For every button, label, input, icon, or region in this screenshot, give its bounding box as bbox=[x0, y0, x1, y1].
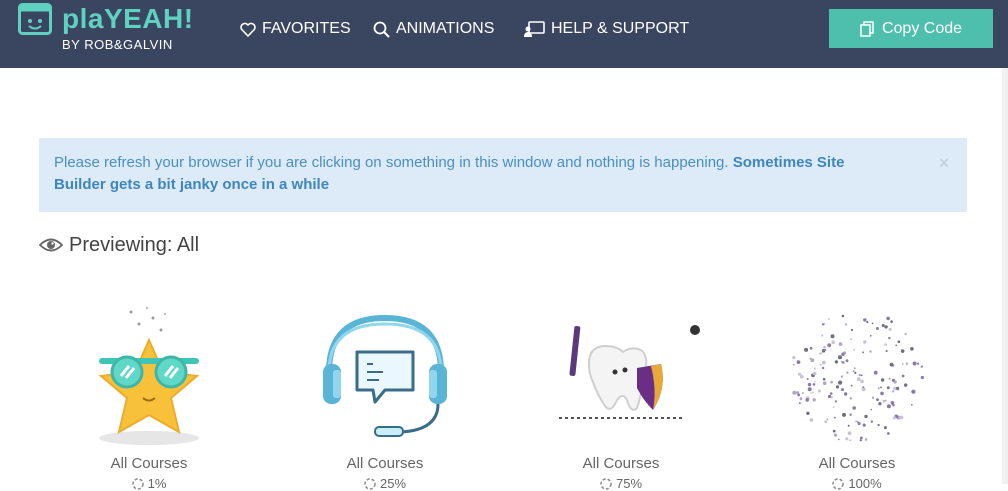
card-label: All Courses bbox=[582, 455, 660, 472]
logo-subtitle: BY ROB&GALVIN bbox=[62, 37, 173, 52]
nav-animations-label: ANIMATIONS bbox=[396, 20, 495, 37]
course-card[interactable]: All Courses 75% bbox=[541, 300, 701, 491]
nav-favorites-label: FAVORITES bbox=[262, 20, 351, 37]
eye-icon bbox=[39, 238, 63, 252]
support-icon bbox=[524, 20, 545, 37]
course-card[interactable]: All Courses 25% bbox=[305, 300, 465, 491]
brand-logo[interactable]: plaYEAH! BY ROB&GALVIN bbox=[18, 3, 228, 55]
nav-favorites[interactable]: FAVORITES bbox=[240, 18, 351, 40]
logo-title: plaYEAH! bbox=[62, 3, 194, 34]
heart-icon bbox=[240, 22, 256, 37]
sunglasses-star-icon bbox=[98, 306, 200, 445]
headset-chat-icon bbox=[323, 314, 447, 437]
preview-label: Previewing: All bbox=[69, 233, 200, 256]
vertical-scrollbar[interactable] bbox=[1002, 68, 1008, 484]
copy-code-button[interactable]: Copy Code bbox=[829, 9, 993, 48]
alert-close-button[interactable]: × bbox=[937, 154, 951, 172]
copy-code-label: Copy Code bbox=[881, 19, 963, 37]
top-navigation-bar: plaYEAH! BY ROB&GALVIN FAVORITES ANIMATI… bbox=[0, 0, 1008, 68]
alert-text: Please refresh your browser if you are c… bbox=[54, 154, 729, 171]
card-label: All Courses bbox=[110, 455, 188, 472]
preview-indicator: Previewing: All bbox=[39, 232, 199, 258]
card-label: All Courses bbox=[346, 455, 424, 472]
logo-window-icon bbox=[18, 3, 52, 35]
info-alert: Please refresh your browser if you are c… bbox=[39, 138, 967, 212]
nav-animations[interactable]: ANIMATIONS bbox=[373, 18, 494, 40]
course-card[interactable]: All Courses 100% bbox=[777, 300, 937, 491]
nav-help-support-label: HELP & SUPPORT bbox=[551, 20, 690, 37]
nav-help-support[interactable]: HELP & SUPPORT bbox=[523, 18, 689, 40]
copy-icon bbox=[860, 20, 874, 37]
confetti-burst-icon bbox=[792, 314, 924, 442]
search-icon bbox=[373, 21, 390, 38]
course-card[interactable]: All Courses 1% bbox=[69, 300, 229, 491]
tooth-shield-icon bbox=[559, 325, 700, 419]
card-label: All Courses bbox=[818, 455, 896, 472]
